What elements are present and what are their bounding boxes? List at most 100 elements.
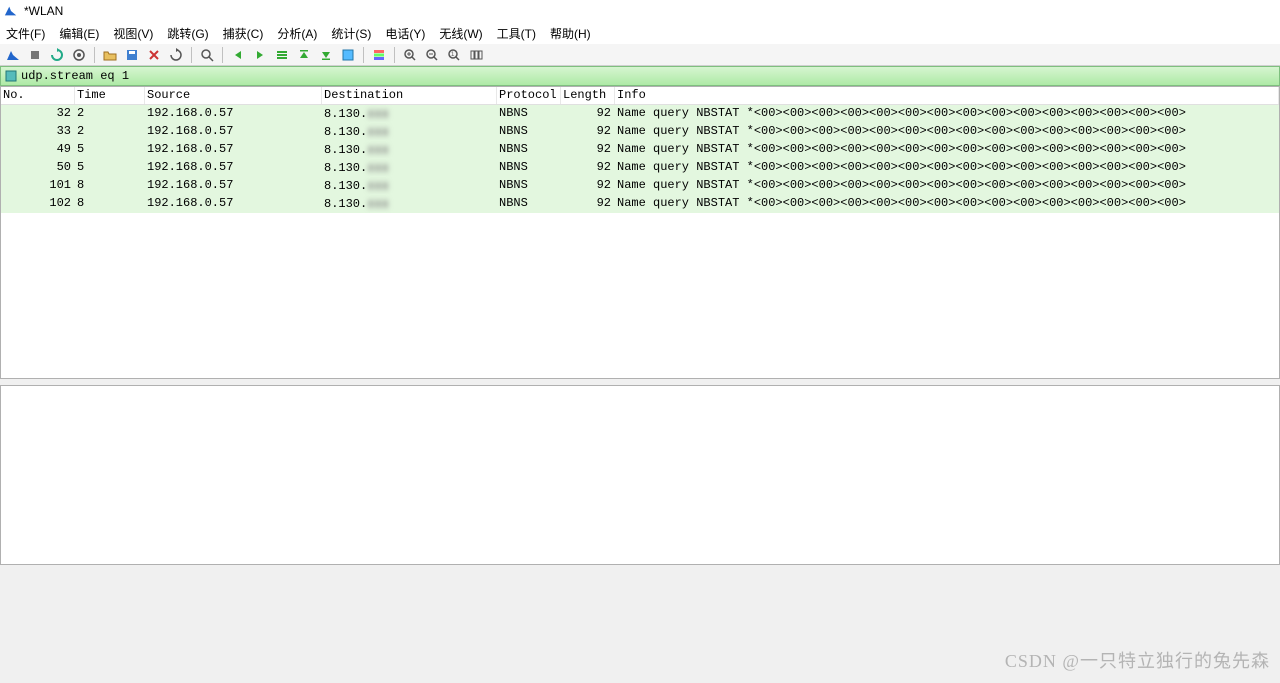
column-header-protocol[interactable]: Protocol (497, 87, 561, 104)
packet-list-rows: 322192.168.0.578.130.▮▮▮NBNS92Name query… (1, 105, 1279, 213)
toolbar-sep (94, 47, 95, 63)
cell-length: 92 (561, 195, 615, 213)
menu-analyze[interactable]: 分析(A) (277, 25, 317, 42)
packet-list-header: No. Time Source Destination Protocol Len… (1, 87, 1279, 105)
menu-statistics[interactable]: 统计(S) (331, 25, 371, 42)
cell-time: 5 (75, 159, 145, 177)
cell-protocol: NBNS (497, 195, 561, 213)
packet-row[interactable]: 322192.168.0.578.130.▮▮▮NBNS92Name query… (1, 105, 1279, 123)
cell-time: 2 (75, 123, 145, 141)
cell-protocol: NBNS (497, 177, 561, 195)
cell-length: 92 (561, 141, 615, 159)
cell-source: 192.168.0.57 (145, 105, 322, 123)
menu-wireless[interactable]: 无线(W) (439, 25, 482, 42)
cell-source: 192.168.0.57 (145, 159, 322, 177)
toolbar-sep (363, 47, 364, 63)
resize-columns-icon[interactable] (467, 46, 485, 64)
filter-bookmark-icon[interactable] (3, 68, 19, 84)
colorize-icon[interactable] (370, 46, 388, 64)
cell-length: 92 (561, 159, 615, 177)
menu-bar: 文件(F) 编辑(E) 视图(V) 跳转(G) 捕获(C) 分析(A) 统计(S… (0, 22, 1280, 44)
column-header-info[interactable]: Info (615, 87, 1279, 104)
cell-no: 33 (1, 123, 75, 141)
toolbar-sep (394, 47, 395, 63)
zoom-out-icon[interactable] (423, 46, 441, 64)
cell-source: 192.168.0.57 (145, 177, 322, 195)
cell-destination: 8.130.▮▮▮ (322, 105, 497, 123)
cell-destination: 8.130.▮▮▮ (322, 195, 497, 213)
cell-source: 192.168.0.57 (145, 123, 322, 141)
menu-telephony[interactable]: 电话(Y) (385, 25, 425, 42)
watermark-text: CSDN @一只特立独行的兔先森 (1005, 647, 1270, 673)
menu-go[interactable]: 跳转(G) (167, 25, 208, 42)
go-back-icon[interactable] (229, 46, 247, 64)
column-header-destination[interactable]: Destination (322, 87, 497, 104)
autoscroll-icon[interactable] (339, 46, 357, 64)
zoom-reset-icon[interactable]: 1 (445, 46, 463, 64)
cell-length: 92 (561, 123, 615, 141)
go-forward-icon[interactable] (251, 46, 269, 64)
cell-length: 92 (561, 105, 615, 123)
title-bar: *WLAN (0, 0, 1280, 22)
cell-no: 101 (1, 177, 75, 195)
cell-protocol: NBNS (497, 105, 561, 123)
cell-info: Name query NBSTAT *<00><00><00><00><00><… (615, 195, 1279, 213)
restart-capture-icon[interactable] (48, 46, 66, 64)
menu-view[interactable]: 视图(V) (113, 25, 153, 42)
app-icon (4, 4, 18, 18)
main-toolbar: 1 (0, 44, 1280, 66)
menu-capture[interactable]: 捕获(C) (223, 25, 264, 42)
cell-destination: 8.130.▮▮▮ (322, 123, 497, 141)
cell-no: 102 (1, 195, 75, 213)
cell-no: 50 (1, 159, 75, 177)
packet-list-pane: No. Time Source Destination Protocol Len… (0, 86, 1280, 379)
column-header-length[interactable]: Length (561, 87, 615, 104)
open-file-icon[interactable] (101, 46, 119, 64)
cell-protocol: NBNS (497, 141, 561, 159)
close-file-icon[interactable] (145, 46, 163, 64)
cell-destination: 8.130.▮▮▮ (322, 141, 497, 159)
cell-no: 32 (1, 105, 75, 123)
stop-capture-icon[interactable] (26, 46, 44, 64)
menu-edit[interactable]: 编辑(E) (59, 25, 99, 42)
column-header-source[interactable]: Source (145, 87, 322, 104)
cell-time: 2 (75, 105, 145, 123)
packet-row[interactable]: 332192.168.0.578.130.▮▮▮NBNS92Name query… (1, 123, 1279, 141)
display-filter-bar (0, 66, 1280, 86)
window-title: *WLAN (24, 4, 63, 18)
capture-options-icon[interactable] (70, 46, 88, 64)
cell-info: Name query NBSTAT *<00><00><00><00><00><… (615, 159, 1279, 177)
cell-no: 49 (1, 141, 75, 159)
packet-row[interactable]: 495192.168.0.578.130.▮▮▮NBNS92Name query… (1, 141, 1279, 159)
zoom-in-icon[interactable] (401, 46, 419, 64)
column-header-no[interactable]: No. (1, 87, 75, 104)
cell-length: 92 (561, 177, 615, 195)
go-first-icon[interactable] (295, 46, 313, 64)
reload-file-icon[interactable] (167, 46, 185, 64)
cell-source: 192.168.0.57 (145, 141, 322, 159)
packet-row[interactable]: 1028192.168.0.578.130.▮▮▮NBNS92Name quer… (1, 195, 1279, 213)
save-file-icon[interactable] (123, 46, 141, 64)
cell-protocol: NBNS (497, 159, 561, 177)
go-last-icon[interactable] (317, 46, 335, 64)
menu-help[interactable]: 帮助(H) (550, 25, 591, 42)
packet-row[interactable]: 505192.168.0.578.130.▮▮▮NBNS92Name query… (1, 159, 1279, 177)
go-to-packet-icon[interactable] (273, 46, 291, 64)
cell-destination: 8.130.▮▮▮ (322, 159, 497, 177)
start-capture-icon[interactable] (4, 46, 22, 64)
cell-info: Name query NBSTAT *<00><00><00><00><00><… (615, 123, 1279, 141)
cell-info: Name query NBSTAT *<00><00><00><00><00><… (615, 177, 1279, 195)
column-header-time[interactable]: Time (75, 87, 145, 104)
cell-time: 8 (75, 177, 145, 195)
cell-info: Name query NBSTAT *<00><00><00><00><00><… (615, 105, 1279, 123)
cell-destination: 8.130.▮▮▮ (322, 177, 497, 195)
cell-info: Name query NBSTAT *<00><00><00><00><00><… (615, 141, 1279, 159)
menu-tools[interactable]: 工具(T) (497, 25, 536, 42)
cell-source: 192.168.0.57 (145, 195, 322, 213)
packet-row[interactable]: 1018192.168.0.578.130.▮▮▮NBNS92Name quer… (1, 177, 1279, 195)
packet-detail-pane[interactable] (0, 385, 1280, 565)
cell-protocol: NBNS (497, 123, 561, 141)
menu-file[interactable]: 文件(F) (6, 25, 45, 42)
display-filter-input[interactable] (21, 67, 1277, 85)
find-icon[interactable] (198, 46, 216, 64)
